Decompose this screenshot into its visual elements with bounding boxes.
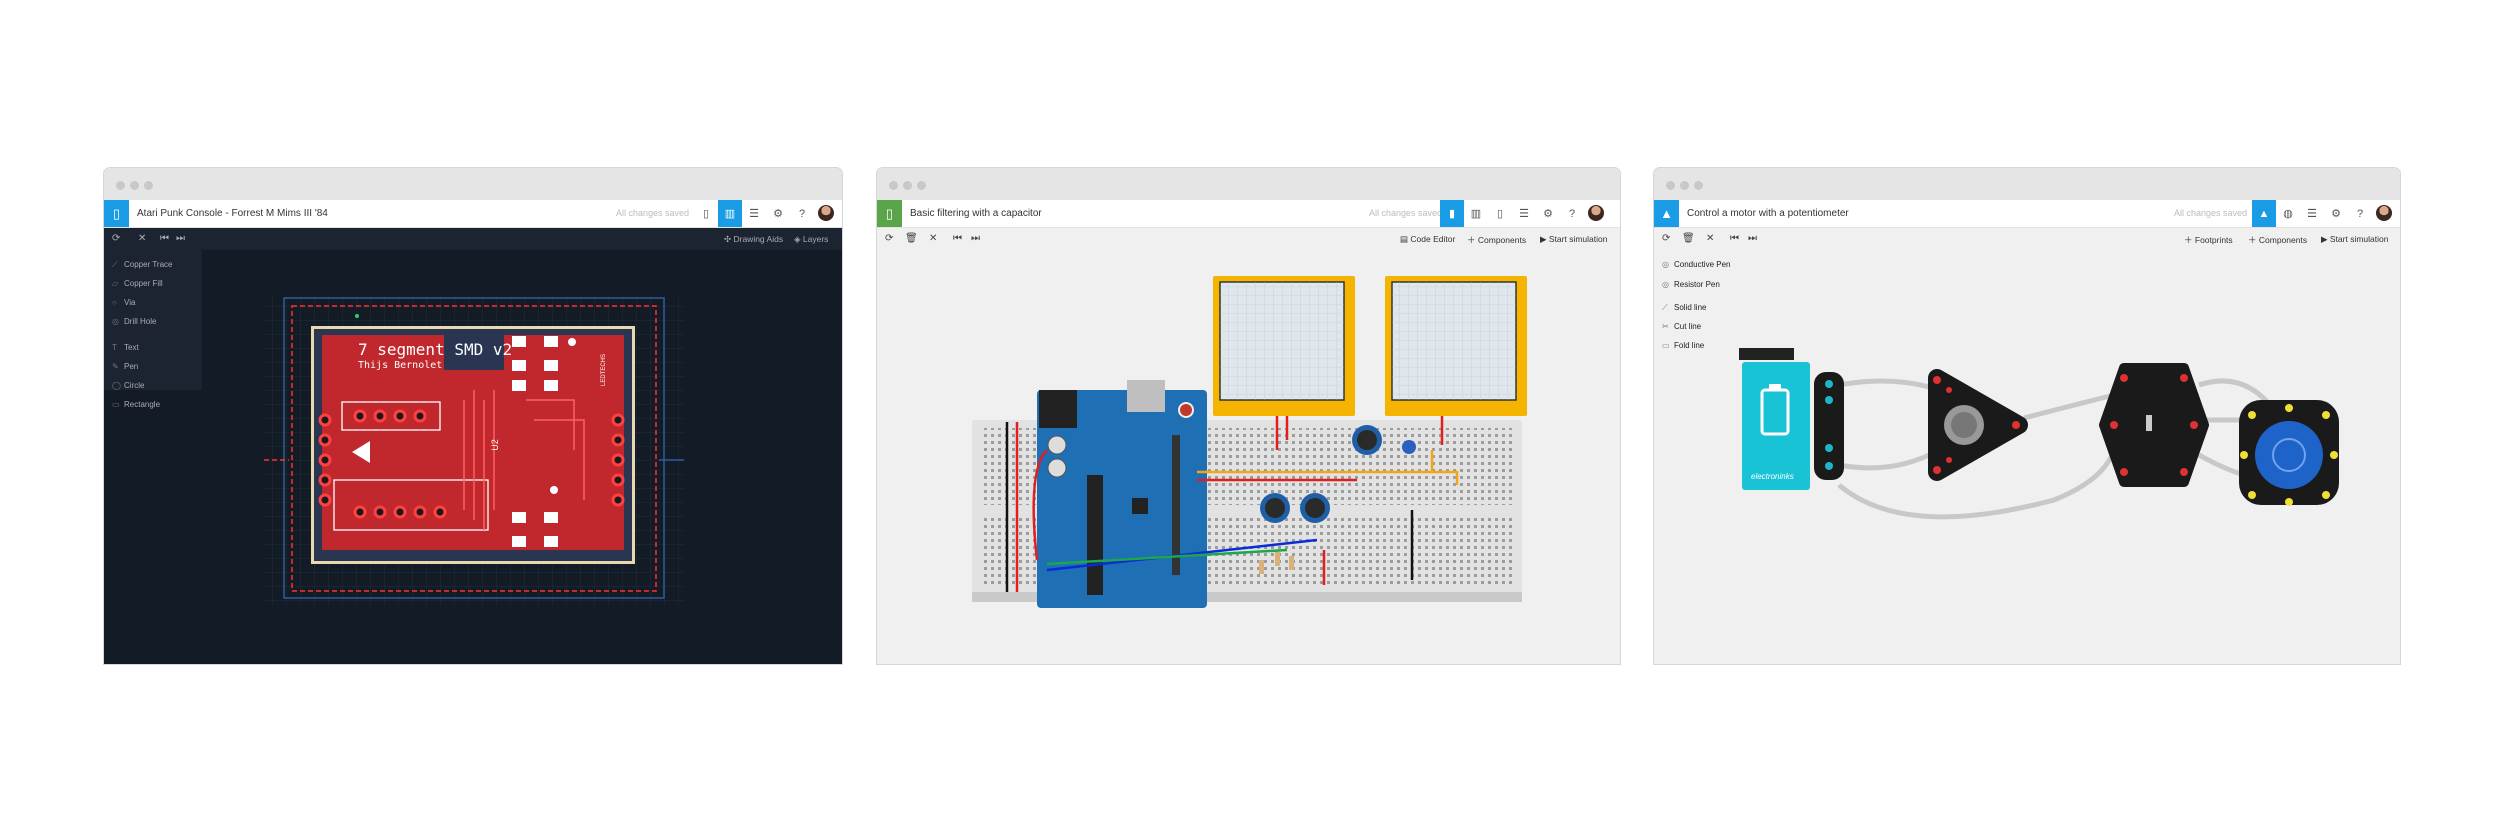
layers-button[interactable]: ◈ Layers bbox=[794, 234, 828, 245]
start-simulation-button[interactable]: ▶ Start simulation bbox=[2321, 234, 2389, 245]
pcb-view-icon[interactable]: ▯ bbox=[1488, 200, 1512, 227]
board-title-silkscreen: 7 segment SMD v2 bbox=[358, 340, 513, 359]
window-close-dot[interactable] bbox=[1666, 181, 1675, 190]
breadboard-view-icon[interactable]: ▮ bbox=[1440, 200, 1464, 227]
window-minimize-dot[interactable] bbox=[1680, 181, 1689, 190]
user-avatar[interactable] bbox=[818, 205, 834, 221]
components-button[interactable]: ＋ Components bbox=[2248, 234, 2307, 246]
rotate-icon[interactable]: ⟳ bbox=[885, 233, 893, 244]
settings-gear-icon[interactable]: ⚙ bbox=[766, 200, 790, 227]
undo-icon[interactable]: ⏮ bbox=[953, 233, 962, 244]
bom-list-icon[interactable]: ☰ bbox=[2300, 200, 2324, 227]
window-minimize-dot[interactable] bbox=[903, 181, 912, 190]
app-logo-icon[interactable]: ▯ bbox=[877, 200, 902, 227]
flip-icon[interactable]: ✕ bbox=[929, 233, 937, 244]
breadboard-window: ▯ Basic filtering with a capacitor All c… bbox=[877, 168, 1620, 664]
help-icon[interactable]: ? bbox=[1560, 200, 1584, 227]
app-header: ▯ Basic filtering with a capacitor All c… bbox=[877, 200, 1620, 228]
save-status: All changes saved bbox=[2174, 208, 2248, 218]
schematic-view-icon[interactable]: ▯ bbox=[694, 200, 718, 227]
user-avatar[interactable] bbox=[1588, 205, 1604, 221]
save-status: All changes saved bbox=[616, 208, 690, 218]
project-title[interactable]: Basic filtering with a capacitor bbox=[910, 208, 1042, 219]
board-author-silkscreen: Thijs Bernolet bbox=[358, 360, 443, 371]
project-title[interactable]: Control a motor with a potentiometer bbox=[1687, 208, 1849, 219]
paper-circuit-drawing[interactable] bbox=[1654, 250, 2400, 664]
toolbar: ⟳ 🗑 ✕ ⏮ ⏭ ＋ Footprints ＋ Components ▶ St… bbox=[1654, 228, 2400, 250]
flip-icon[interactable]: ✕ bbox=[138, 233, 146, 244]
bom-list-icon[interactable]: ☰ bbox=[742, 200, 766, 227]
breadboard-canvas[interactable] bbox=[877, 250, 1620, 664]
globe-icon[interactable]: ◍ bbox=[2276, 200, 2300, 227]
delete-icon[interactable]: 🗑 bbox=[1682, 233, 1695, 244]
help-icon[interactable]: ? bbox=[790, 200, 814, 227]
footprints-button[interactable]: ＋ Footprints bbox=[2184, 234, 2233, 246]
app-header: ▯ Atari Punk Console - Forrest M Mims II… bbox=[104, 200, 842, 228]
pcb-canvas[interactable]: ⟋ Copper Trace ▱ Copper Fill ○ Via ◎ Drill H… bbox=[104, 250, 842, 664]
window-chrome bbox=[877, 168, 1620, 200]
window-chrome bbox=[104, 168, 842, 200]
rotate-icon[interactable]: ⟳ bbox=[112, 233, 120, 244]
window-close-dot[interactable] bbox=[889, 181, 898, 190]
circuit-drawing[interactable] bbox=[877, 250, 1620, 664]
app-logo-icon[interactable]: ▯ bbox=[104, 200, 129, 227]
undo-icon[interactable]: ⏮ bbox=[160, 233, 169, 244]
battery-brand-logo: electroninks bbox=[1751, 472, 1794, 481]
pcb-view-icon[interactable]: ▥ bbox=[718, 200, 742, 227]
schematic-view-icon[interactable]: ▥ bbox=[1464, 200, 1488, 227]
board-side-label: LEDTECHS bbox=[601, 353, 607, 386]
delete-icon[interactable]: 🗑 bbox=[905, 233, 918, 244]
pcb-window: ▯ Atari Punk Console - Forrest M Mims II… bbox=[104, 168, 842, 664]
window-minimize-dot[interactable] bbox=[130, 181, 139, 190]
user-avatar[interactable] bbox=[2376, 205, 2392, 221]
redo-icon[interactable]: ⏭ bbox=[1748, 233, 1757, 244]
chip-label: U2 bbox=[489, 439, 500, 451]
toolbar: ⟳ ✕ ⏮ ⏭ ✣ Drawing Aids ◈ Layers bbox=[104, 228, 842, 250]
code-editor-button[interactable]: ▤ Code Editor bbox=[1400, 234, 1455, 245]
app-logo-icon[interactable]: ▲ bbox=[1654, 200, 1679, 227]
window-zoom-dot[interactable] bbox=[1694, 181, 1703, 190]
window-zoom-dot[interactable] bbox=[917, 181, 926, 190]
redo-icon[interactable]: ⏭ bbox=[971, 233, 980, 244]
save-status: All changes saved bbox=[1369, 208, 1443, 218]
drawing-aids-button[interactable]: ✣ Drawing Aids bbox=[724, 234, 783, 245]
project-title[interactable]: Atari Punk Console - Forrest M Mims III … bbox=[137, 208, 328, 219]
window-close-dot[interactable] bbox=[116, 181, 125, 190]
components-button[interactable]: ＋ Components bbox=[1467, 234, 1526, 246]
toolbar: ⟳ 🗑 ✕ ⏮ ⏭ ▤ Code Editor ＋ Components ▶ S… bbox=[877, 228, 1620, 250]
undo-icon[interactable]: ⏮ bbox=[1730, 233, 1739, 244]
pcb-board-drawing[interactable] bbox=[104, 250, 842, 664]
paper-canvas[interactable]: ◎ Conductive Pen ◎ Resistor Pen ⟋ Solid lin… bbox=[1654, 250, 2400, 664]
start-simulation-button[interactable]: ▶ Start simulation bbox=[1540, 234, 1608, 245]
flip-icon[interactable]: ✕ bbox=[1706, 233, 1714, 244]
paper-view-icon[interactable]: ▲ bbox=[2252, 200, 2276, 227]
window-chrome bbox=[1654, 168, 2400, 200]
rotate-icon[interactable]: ⟳ bbox=[1662, 233, 1670, 244]
window-zoom-dot[interactable] bbox=[144, 181, 153, 190]
help-icon[interactable]: ? bbox=[2348, 200, 2372, 227]
bom-list-icon[interactable]: ☰ bbox=[1512, 200, 1536, 227]
settings-gear-icon[interactable]: ⚙ bbox=[2324, 200, 2348, 227]
paper-circuit-window: ▲ Control a motor with a potentiometer A… bbox=[1654, 168, 2400, 664]
app-header: ▲ Control a motor with a potentiometer A… bbox=[1654, 200, 2400, 228]
redo-icon[interactable]: ⏭ bbox=[176, 233, 185, 244]
settings-gear-icon[interactable]: ⚙ bbox=[1536, 200, 1560, 227]
